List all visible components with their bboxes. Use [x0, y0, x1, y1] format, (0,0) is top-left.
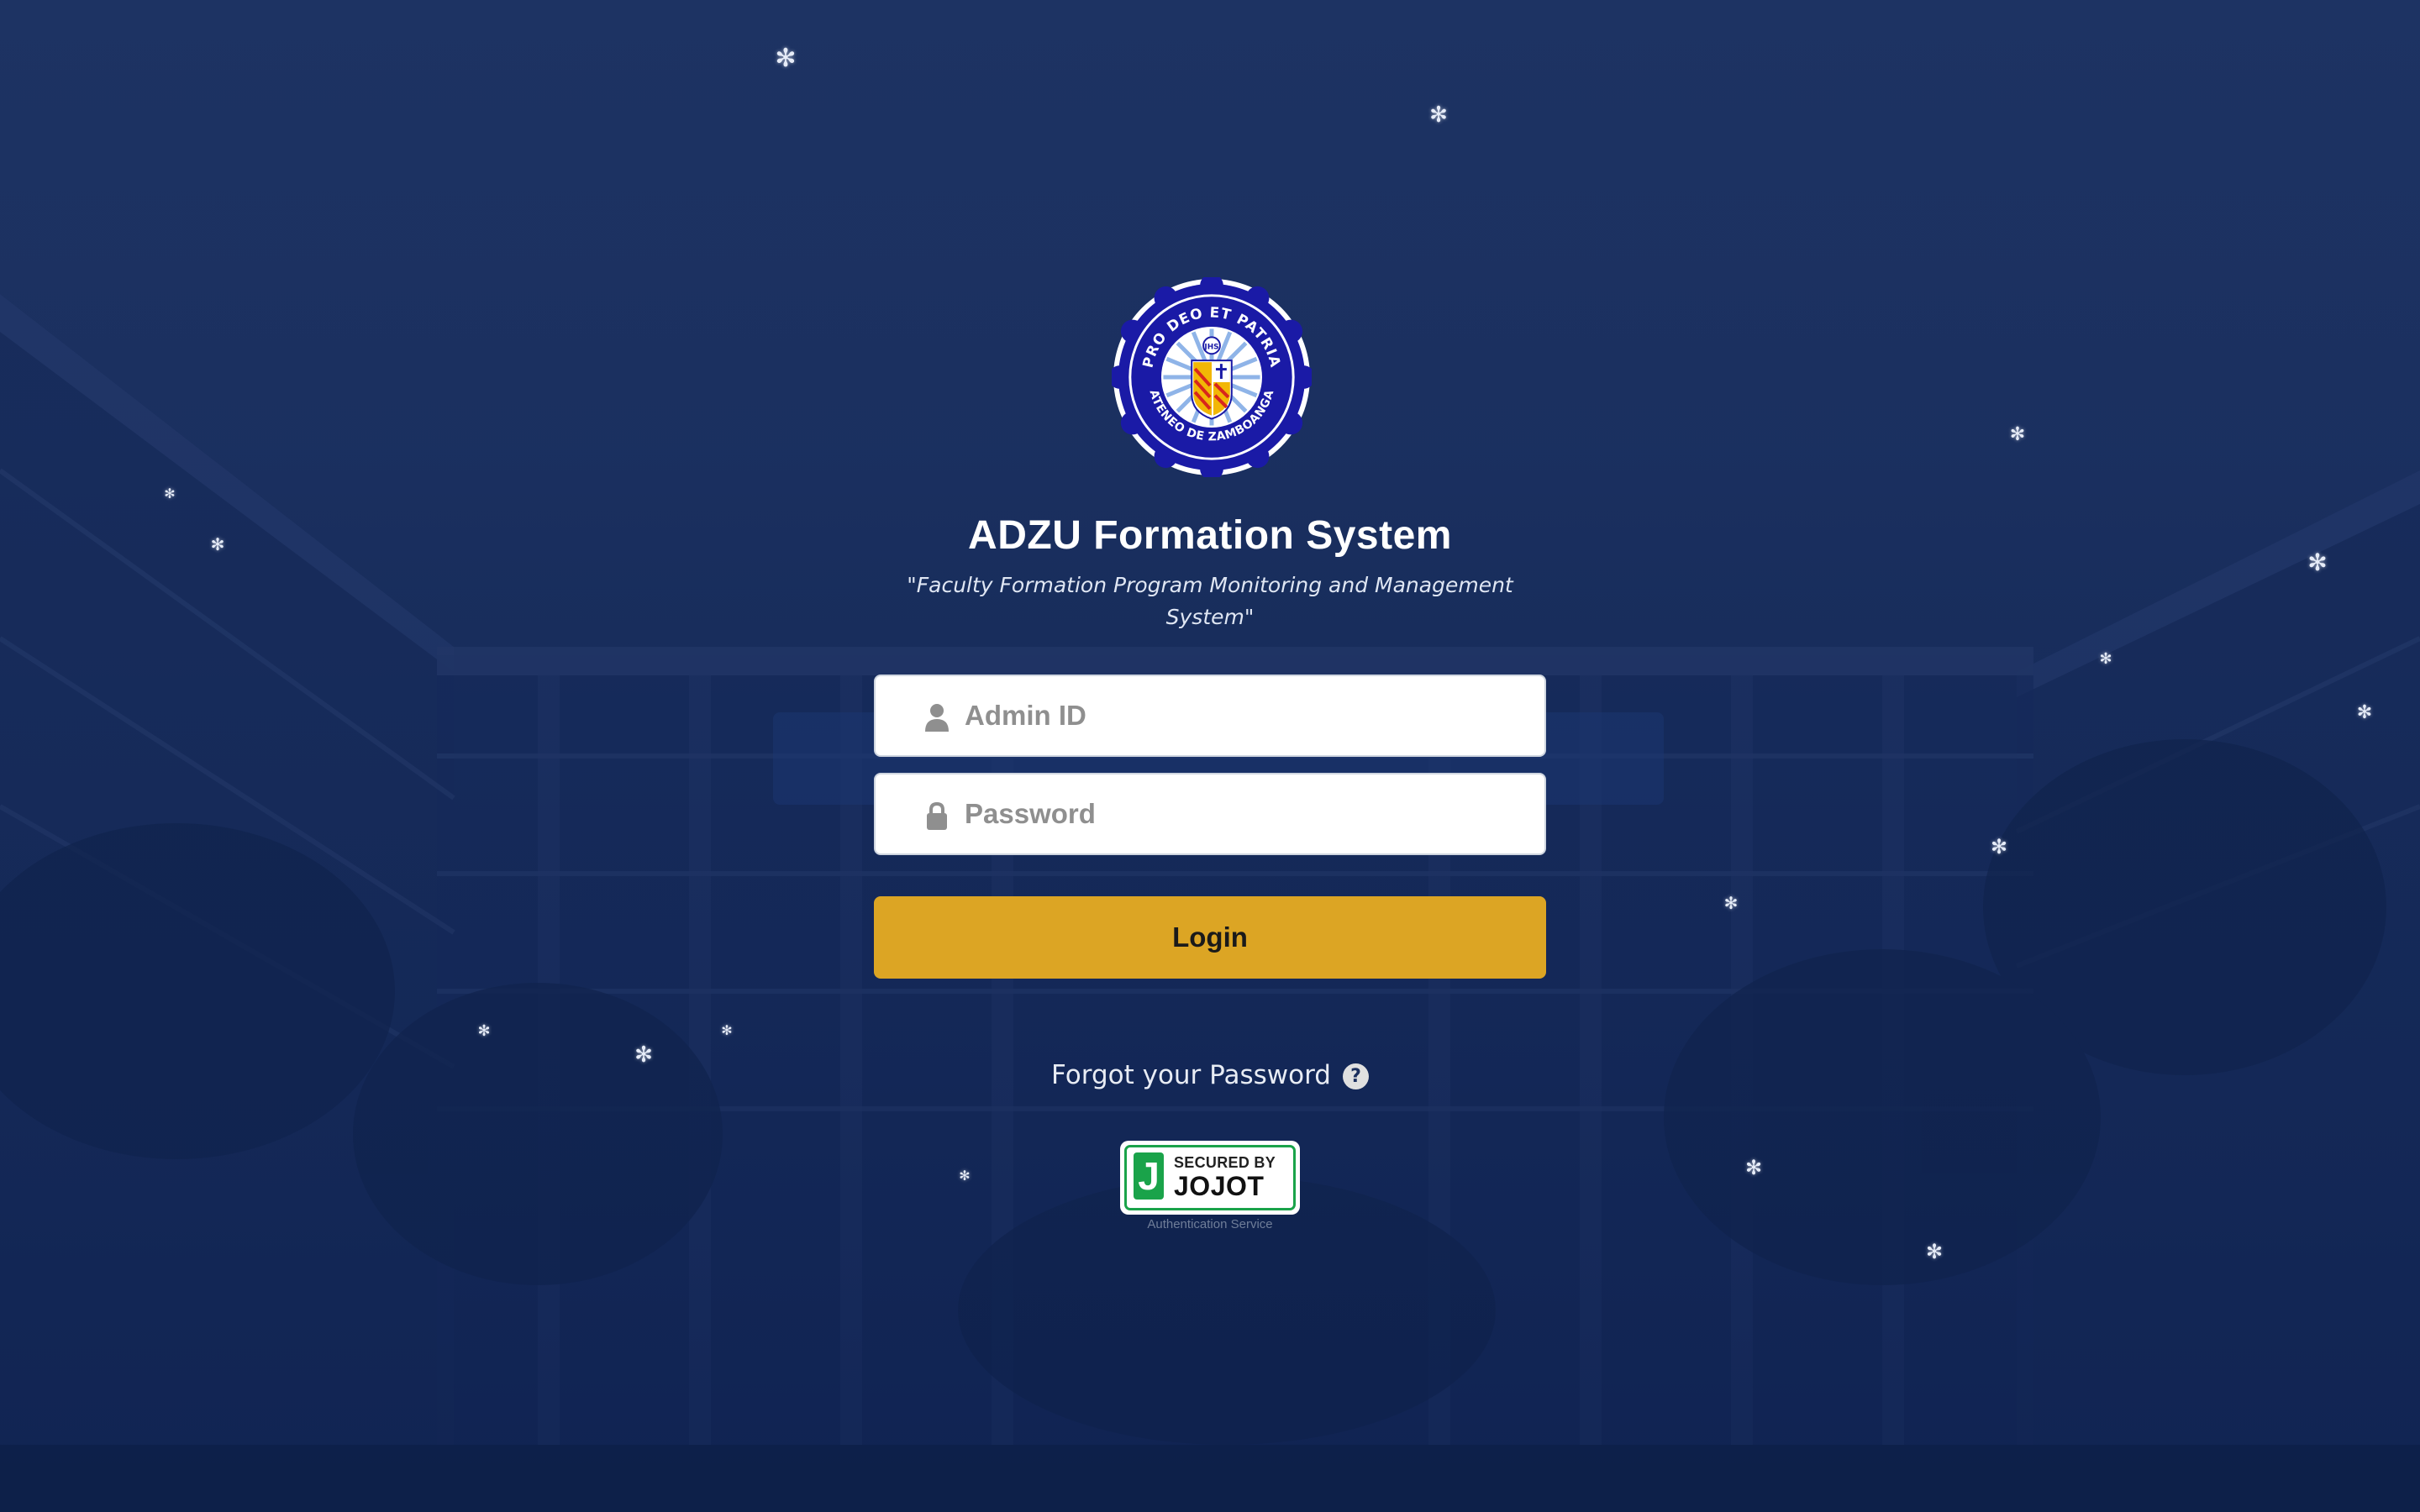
snowflake-icon: ✻	[1723, 893, 1739, 913]
user-icon	[925, 704, 949, 732]
admin-id-field[interactable]	[874, 675, 1546, 757]
snowflake-icon: ✻	[959, 1168, 971, 1184]
snowflake-icon: ✻	[164, 486, 176, 501]
snowflake-icon: ✻	[210, 534, 225, 554]
snowflake-icon: ✻	[1744, 1156, 1763, 1179]
lock-icon	[927, 801, 947, 830]
snowflake-icon: ✻	[2009, 424, 2026, 445]
forgot-password-link[interactable]: Forgot your Password?	[874, 1060, 1546, 1090]
snowflake-icon: ✻	[634, 1042, 653, 1068]
snowflake-icon: ✻	[2356, 702, 2373, 723]
snowflake-icon: ✻	[1990, 835, 2008, 858]
badge-main-text: JOJOT	[1174, 1171, 1265, 1201]
app-subtitle: "Faculty Formation Program Monitoring an…	[907, 573, 1513, 629]
snowflake-icon: ✻	[775, 44, 797, 73]
jojot-logo-icon: J	[1134, 1152, 1164, 1200]
snowflake-icon: ✻	[1429, 102, 1448, 128]
secured-by-jojot-badge: J SECURED BY JOJOT	[1120, 1141, 1300, 1215]
forgot-password-label[interactable]: Forgot your Password	[1051, 1060, 1331, 1090]
password-input[interactable]	[965, 786, 1519, 842]
seal-monogram: JHS	[1203, 343, 1218, 351]
badge-caption: Authentication Service	[1147, 1217, 1273, 1231]
help-icon[interactable]: ?	[1342, 1063, 1369, 1089]
badge-top-text: SECURED BY	[1174, 1154, 1276, 1171]
snowflake-icon: ✻	[477, 1022, 491, 1040]
badge-frame: J SECURED BY JOJOT	[1124, 1145, 1296, 1210]
university-seal-logo: JHS PRO DEO ET PATRIA ATENEO DE ZAMBOANG…	[1112, 277, 1312, 477]
snowflake-icon: ✻	[721, 1022, 733, 1038]
app-title: ADZU Formation System	[968, 513, 1452, 558]
password-field[interactable]	[874, 773, 1546, 855]
admin-id-input[interactable]	[965, 688, 1519, 743]
snowflake-icon: ✻	[2099, 650, 2112, 668]
snowflake-icon: ✻	[2307, 549, 2328, 576]
login-button[interactable]: Login	[874, 896, 1546, 979]
snowflake-icon: ✻	[1925, 1240, 1944, 1263]
